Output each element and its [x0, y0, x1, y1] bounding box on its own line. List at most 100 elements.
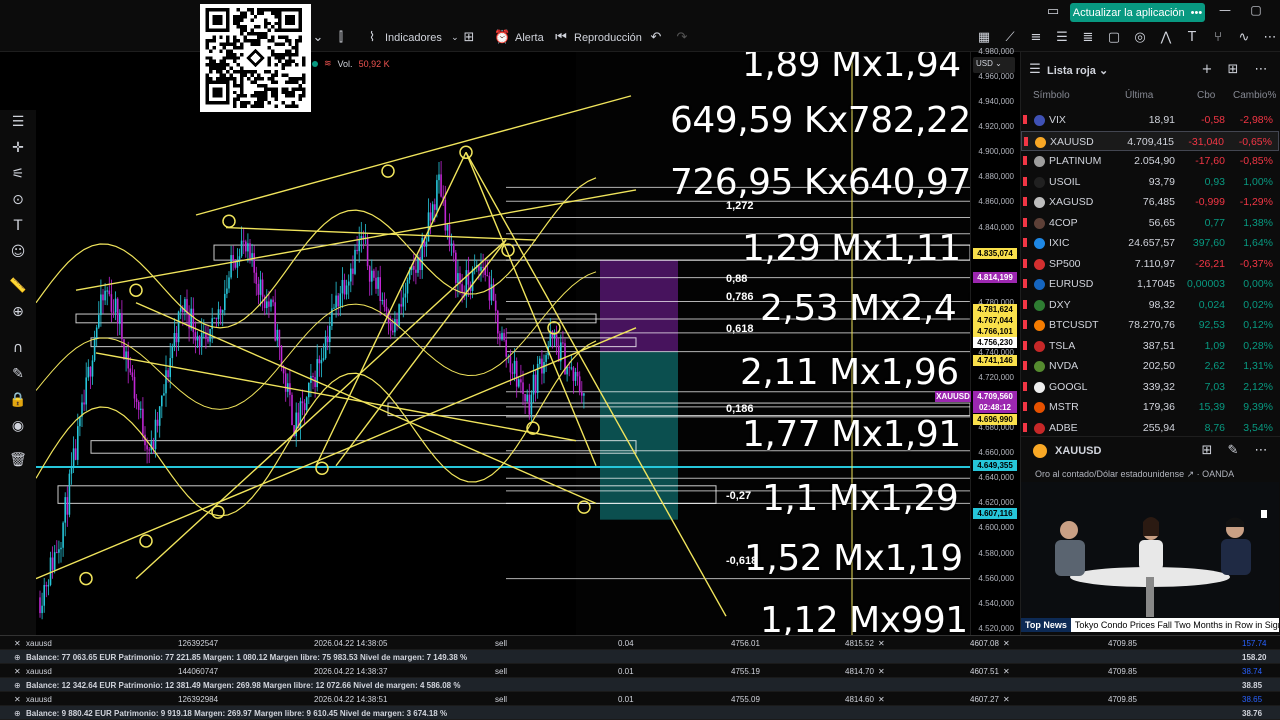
- magnet-icon[interactable]: ∩: [8, 338, 28, 358]
- close-icon[interactable]: ✕: [14, 639, 21, 648]
- trade-row[interactable]: ✕ xauusd 126392547 2026.04.22 14:38:05 s…: [0, 636, 1280, 650]
- close-icon[interactable]: ✕: [878, 639, 885, 648]
- col-pct[interactable]: Cambio%: [1233, 90, 1276, 101]
- undo-icon[interactable]: ↶: [648, 29, 664, 47]
- minimize-button[interactable]: —: [1217, 3, 1233, 21]
- flag-icon[interactable]: [1023, 279, 1027, 288]
- zoom-icon[interactable]: ⊕: [8, 302, 28, 322]
- eye-off-icon[interactable]: ≋: [324, 58, 332, 69]
- flag-icon[interactable]: [1023, 381, 1027, 391]
- flag-icon[interactable]: [1023, 238, 1027, 247]
- more-icon[interactable]: ⋯: [1253, 443, 1269, 459]
- price-axis[interactable]: 4.980,000 4.960,000 4.940,000 4.920,000 4.90…: [935, 47, 1018, 635]
- watchlist-row-mstr[interactable]: MSTR 179,36 15,39 9,39%: [1021, 397, 1279, 417]
- watchlist-row-platinum[interactable]: PLATINUM 2.054,90 -17,60 -0,85%: [1021, 151, 1279, 171]
- news-ticker[interactable]: Top News Tokyo Condo Prices Fall Two Mon…: [1021, 618, 1279, 632]
- flag-icon[interactable]: [1023, 156, 1027, 165]
- lines-icon[interactable]: ⚟: [8, 164, 28, 184]
- balance-row[interactable]: ⊕ Balance: 77 063.65 EUR Patrimonio: 77 …: [0, 650, 1280, 664]
- trade-row[interactable]: ✕ xauusd 126392984 2026.04.22 14:38:51 s…: [0, 692, 1280, 706]
- close-icon[interactable]: ✕: [878, 667, 885, 676]
- close-icon[interactable]: ✕: [1003, 695, 1010, 704]
- wave-icon[interactable]: ∿: [1236, 29, 1252, 47]
- watchlist-row-tsla[interactable]: TSLA 387,51 1,09 0,28%: [1021, 336, 1279, 356]
- circle-tool-icon[interactable]: ◎: [1132, 29, 1148, 47]
- flag-icon[interactable]: [1023, 258, 1027, 268]
- close-icon[interactable]: ✕: [14, 667, 21, 676]
- watchlist-row-adbe[interactable]: ADBE 255,94 8,76 3,54%: [1021, 418, 1279, 438]
- fib-icon[interactable]: ☰: [1054, 29, 1070, 47]
- grid-icon[interactable]: ⊞: [1199, 443, 1215, 459]
- flag-icon[interactable]: [1023, 176, 1027, 186]
- balance-row[interactable]: ⊕ Balance: 9 880.42 EUR Patrimonio: 9 91…: [0, 706, 1280, 720]
- flag-icon[interactable]: [1024, 136, 1028, 146]
- add-icon[interactable]: +: [1199, 62, 1215, 78]
- layouts-icon[interactable]: ⊞: [461, 29, 477, 47]
- edit-icon[interactable]: ✎: [1225, 443, 1241, 459]
- flag-icon[interactable]: [1023, 361, 1027, 370]
- redo-icon[interactable]: ↷: [674, 29, 690, 47]
- list-icon[interactable]: ☰: [1027, 62, 1043, 78]
- fib-channel-icon[interactable]: ≣: [1080, 29, 1096, 47]
- trash-icon[interactable]: 🗑: [8, 450, 28, 470]
- replay-button[interactable]: ⏮ Reproducción: [553, 29, 642, 47]
- flag-icon[interactable]: [1023, 197, 1027, 206]
- balance-row[interactable]: ⊕ Balance: 12 342.64 EUR Patrimonio: 12 …: [0, 678, 1280, 692]
- news-headline[interactable]: Tokyo Condo Prices Fall Two Months in Ro…: [1070, 618, 1279, 632]
- close-icon[interactable]: ✕: [1003, 639, 1010, 648]
- pattern-tool-icon[interactable]: ▦: [976, 29, 992, 47]
- currency-select[interactable]: USD ⌄: [973, 57, 1015, 73]
- watchlist-row-ixic[interactable]: IXIC 24.657,57 397,60 1,64%: [1021, 233, 1279, 253]
- close-icon[interactable]: ✕: [1003, 667, 1010, 676]
- flag-icon[interactable]: [1023, 299, 1027, 309]
- col-symbol[interactable]: Símbolo: [1033, 90, 1070, 101]
- ruler-icon[interactable]: 📏: [8, 276, 28, 296]
- flag-icon[interactable]: [1023, 320, 1027, 329]
- fork-icon[interactable]: ⑂: [1210, 29, 1226, 47]
- menu-icon[interactable]: ☰: [8, 112, 28, 132]
- flag-icon[interactable]: [1023, 217, 1027, 227]
- close-icon[interactable]: ✕: [14, 695, 21, 704]
- more-icon[interactable]: ⋯: [1253, 62, 1269, 78]
- watchlist-row-xauusd[interactable]: XAUUSD 4.709,415 -31,040 -0,65%: [1021, 130, 1279, 151]
- flag-icon[interactable]: [1023, 402, 1027, 411]
- crosshair-icon[interactable]: ✛: [8, 138, 28, 158]
- update-app-button[interactable]: Actualizar la aplicación •••: [1070, 3, 1205, 22]
- trendline-icon[interactable]: ⟋: [1002, 29, 1018, 47]
- detail-symbol[interactable]: XAUUSD: [1055, 445, 1101, 457]
- table-icon[interactable]: ⊞: [1225, 62, 1241, 78]
- flag-icon[interactable]: [1023, 422, 1027, 432]
- col-change[interactable]: Cbo: [1197, 90, 1215, 101]
- price-chart[interactable]: 1,89 Mx1,94 M 649,59 Kx782,22 K 726,95 Kx6…: [36, 52, 970, 635]
- pattern-icon[interactable]: ⋀: [1158, 29, 1174, 47]
- chevron-down-icon[interactable]: ⌄: [310, 29, 326, 47]
- text-tool-icon[interactable]: T: [1184, 29, 1200, 47]
- watchlist-row-dxy[interactable]: DXY 98,32 0,024 0,02%: [1021, 295, 1279, 315]
- close-icon[interactable]: ✕: [878, 695, 885, 704]
- pencil-lock-icon[interactable]: ✎: [8, 364, 28, 384]
- watchlist-title[interactable]: Lista roja ⌄: [1047, 64, 1108, 77]
- watchlist-row-btcusdt[interactable]: BTCUSDT 78.270,76 92,53 0,12%: [1021, 315, 1279, 335]
- node-icon[interactable]: ⊙: [8, 190, 28, 210]
- lock-icon[interactable]: 🔒: [8, 390, 28, 410]
- monitor-icon[interactable]: ▭: [1045, 4, 1061, 20]
- horizontal-lines-icon[interactable]: ≡: [1028, 29, 1044, 47]
- watchlist-row-vix[interactable]: VIX 18,91 -0,58 -2,98%: [1021, 110, 1279, 130]
- flag-icon[interactable]: [1023, 115, 1027, 124]
- emoji-icon[interactable]: ☺: [8, 242, 28, 262]
- watchlist-row-sp500[interactable]: SP500 7.110,97 -26,21 -0,37%: [1021, 254, 1279, 274]
- maximize-button[interactable]: ▢: [1248, 3, 1264, 21]
- watchlist-row-nvda[interactable]: NVDA 202,50 2,62 1,31%: [1021, 356, 1279, 376]
- rectangle-icon[interactable]: ▢: [1106, 29, 1122, 47]
- more-icon[interactable]: ⋯: [1262, 29, 1278, 47]
- watchlist-row-usoil[interactable]: USOIL 93,79 0,93 1,00%: [1021, 172, 1279, 192]
- alert-button[interactable]: ⏰ Alerta: [494, 29, 544, 47]
- chart-type-icon[interactable]: ⫿: [333, 29, 349, 47]
- indicators-button[interactable]: ⌇ Indicadores ⌄: [364, 29, 463, 47]
- watchlist-row-googl[interactable]: GOOGL 339,32 7,03 2,12%: [1021, 377, 1279, 397]
- watchlist-row-eurusd[interactable]: EURUSD 1,17045 0,00003 0,00%: [1021, 274, 1279, 294]
- text-icon[interactable]: T: [8, 216, 28, 236]
- flag-icon[interactable]: [1023, 340, 1027, 350]
- watchlist-row-xagusd[interactable]: XAGUSD 76,485 -0,999 -1,29%: [1021, 192, 1279, 212]
- eye-icon[interactable]: ◉: [8, 416, 28, 436]
